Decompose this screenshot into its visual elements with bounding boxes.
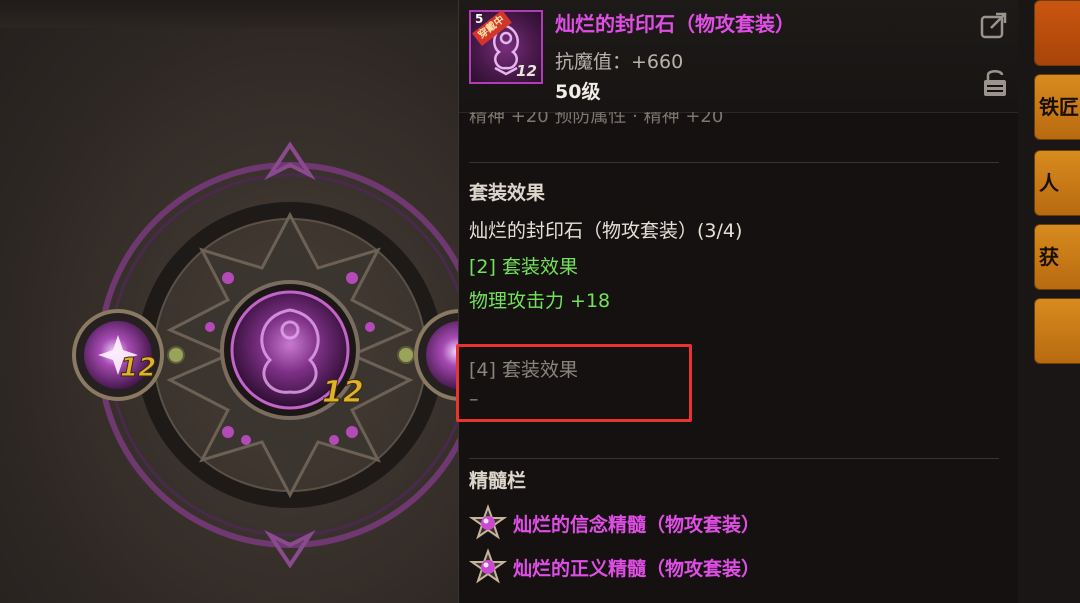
item-level-number: 12 (516, 62, 537, 80)
essence-slot-title: 精髓栏 (469, 470, 527, 492)
item-level-requirement: 50级 (555, 81, 601, 103)
center-slot-level: 12 (322, 375, 364, 410)
essence-name: 灿烂的信念精髓（物攻套装） (513, 513, 761, 536)
lock-icon[interactable] (981, 66, 1011, 96)
set-name-progress: 灿烂的封印石（物攻套装）(3/4) (469, 220, 743, 242)
divider (469, 162, 999, 163)
set-effect-title: 套装效果 (469, 182, 546, 204)
magic-resist-stat: 抗魔值：+660 (555, 51, 684, 73)
essence-name: 灿烂的正义精髓（物攻套装） (513, 557, 761, 580)
right-button-strip: 铁匠 人 获 (1018, 0, 1080, 603)
tooltip-header: 5 穿戴中 12 灿烂的封印石（物攻套装） 抗魔值：+660 50级 (459, 0, 1019, 113)
side-button-obtain[interactable]: 获 (1034, 224, 1080, 290)
left-slot-level: 12 (120, 353, 156, 383)
divider (469, 458, 999, 459)
item-name: 灿烂的封印石（物攻套装） (555, 12, 795, 36)
item-icon[interactable]: 5 穿戴中 12 (469, 9, 543, 84)
essence-star-icon (469, 548, 507, 584)
equipment-scene: 12 12 (0, 0, 460, 603)
item-tooltip: 5 穿戴中 12 灿烂的封印石（物攻套装） 抗魔值：+660 50级 精神 +2… (458, 0, 1019, 603)
share-icon[interactable] (979, 10, 1009, 40)
set-2-label: [2] 套装效果 (469, 256, 578, 278)
side-button-top[interactable] (1034, 0, 1080, 66)
essence-star-icon (469, 504, 507, 540)
essence-item[interactable]: 灿烂的信念精髓（物攻套装） (469, 504, 761, 541)
side-button-bottom[interactable] (1034, 298, 1080, 364)
essence-item[interactable]: 灿烂的正义精髓（物攻套装） (469, 548, 761, 585)
socket-ring-art: 12 12 (72, 141, 460, 569)
highlight-box (456, 344, 692, 422)
side-button-person[interactable]: 人 (1034, 150, 1080, 216)
set-2-effect: 物理攻击力 +18 (469, 290, 611, 312)
side-button-blacksmith[interactable]: 铁匠 (1034, 74, 1080, 140)
cut-off-stat-line: 精神 +20 预防属性 · 精神 +20 (469, 112, 724, 127)
